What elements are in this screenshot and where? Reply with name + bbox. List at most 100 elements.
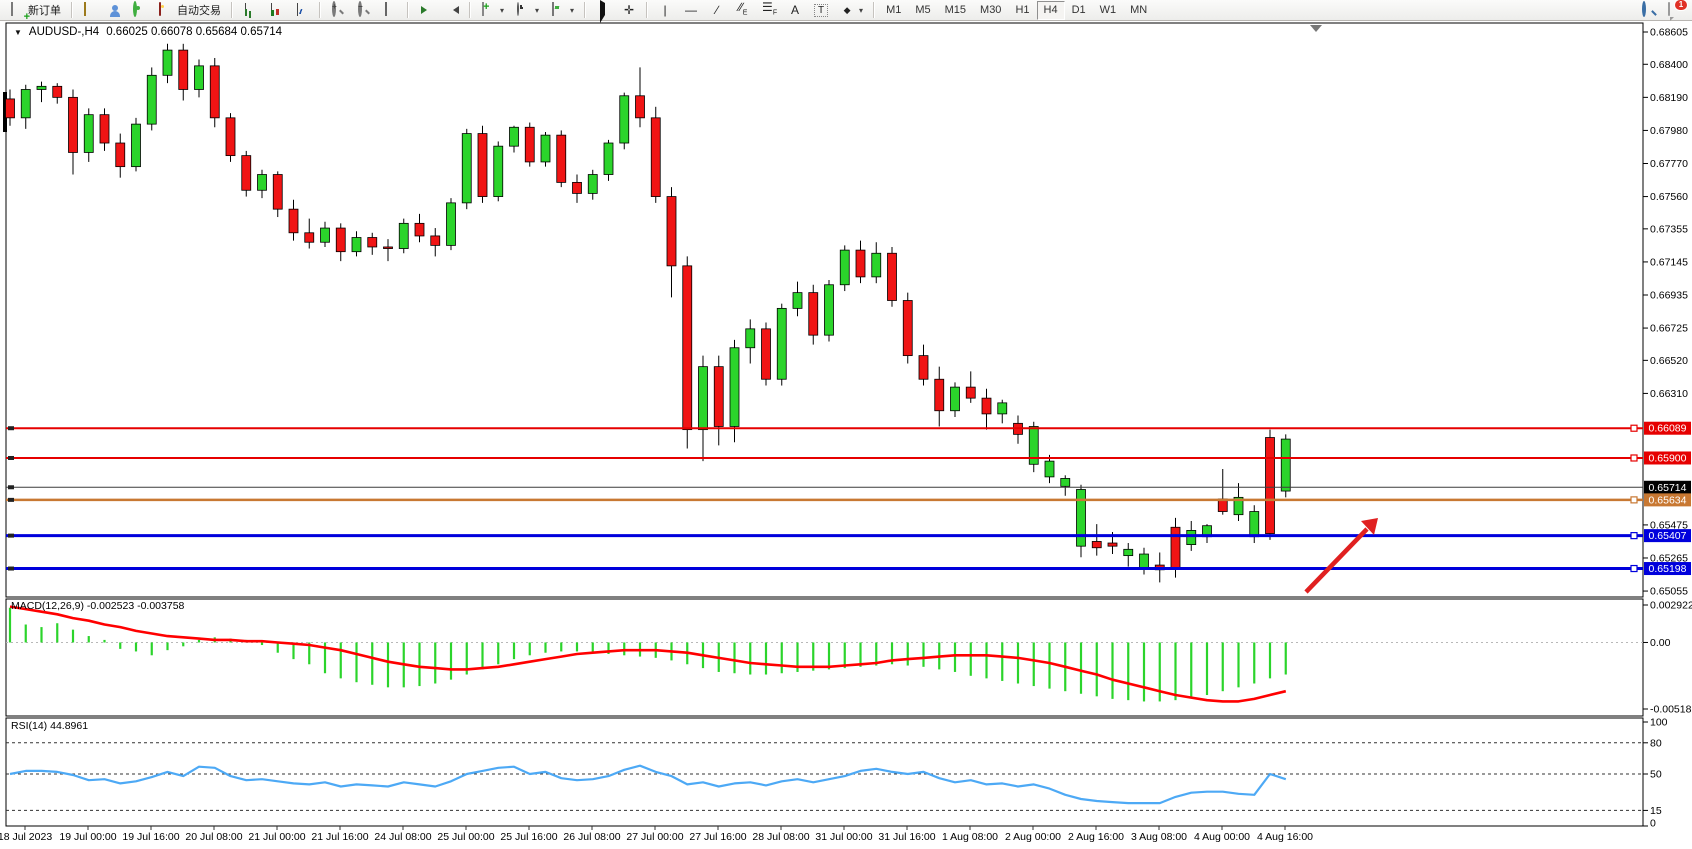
cursor-tool-button[interactable]	[590, 0, 616, 21]
candlestick-chart-icon	[271, 3, 272, 16]
svg-text:19 Jul 16:00: 19 Jul 16:00	[122, 831, 179, 843]
svg-text:27 Jul 16:00: 27 Jul 16:00	[689, 831, 746, 843]
chevron-down-icon: ▾	[500, 6, 504, 15]
timeframe-button-H1[interactable]: H1	[1008, 1, 1036, 20]
svg-text:0.66520: 0.66520	[1650, 355, 1688, 367]
macd-indicator-label: MACD(12,26,9) -0.002523 -0.003758	[11, 600, 184, 612]
new-order-icon	[11, 2, 13, 16]
fibonacci-tool-button[interactable]: ☰F	[756, 0, 782, 21]
search-button[interactable]	[1636, 0, 1662, 21]
bar-chart-icon	[245, 3, 246, 16]
svg-text:0.67980: 0.67980	[1650, 125, 1688, 137]
svg-text:0.66935: 0.66935	[1650, 289, 1688, 301]
ohlc-values: 0.66025 0.66078 0.65684 0.65714	[106, 26, 282, 38]
timeframe-button-W1[interactable]: W1	[1093, 1, 1124, 20]
svg-text:0.002922: 0.002922	[1650, 600, 1692, 612]
timeframe-button-M5[interactable]: M5	[908, 1, 937, 20]
separator	[71, 2, 73, 18]
add-indicator-button[interactable]: ▾	[475, 0, 510, 21]
crosshair-tool-button[interactable]: ✛	[616, 0, 642, 21]
separator	[469, 2, 471, 18]
line-chart-button[interactable]	[289, 0, 315, 21]
market-button[interactable]	[77, 0, 103, 21]
periods-button[interactable]: ▾	[510, 0, 545, 21]
community-button[interactable]	[103, 0, 127, 21]
svg-text:27 Jul 00:00: 27 Jul 00:00	[626, 831, 683, 843]
bar-chart-button[interactable]	[237, 0, 263, 21]
svg-text:0.66089: 0.66089	[1649, 423, 1687, 435]
svg-text:100: 100	[1650, 717, 1668, 729]
chart-title: ▼ AUDUSD-,H4 0.66025 0.66078 0.65684 0.6…	[14, 26, 282, 38]
svg-text:0.65198: 0.65198	[1649, 563, 1687, 575]
horizontal-line-tool-button[interactable]: —	[678, 0, 704, 21]
svg-text:25 Jul 16:00: 25 Jul 16:00	[500, 831, 557, 843]
chat-icon	[1668, 2, 1670, 16]
tile-windows-button[interactable]	[377, 0, 403, 21]
zoom-out-icon: −	[358, 1, 362, 17]
horizontal-line-icon: —	[684, 3, 698, 17]
cursor-icon	[600, 0, 605, 23]
signals-button[interactable]	[127, 0, 153, 21]
templates-button[interactable]: ▾	[545, 0, 580, 21]
new-order-button[interactable]: 新订单	[4, 0, 67, 21]
svg-text:0.67145: 0.67145	[1650, 256, 1688, 268]
timeframe-group: M1M5M15M30H1H4D1W1MN	[879, 0, 1154, 20]
auto-trading-button[interactable]: 自动交易	[153, 0, 227, 21]
svg-text:0.68190: 0.68190	[1650, 92, 1688, 104]
svg-text:0.65900: 0.65900	[1649, 452, 1687, 464]
notification-badge: 1	[1674, 0, 1688, 11]
svg-text:18 Jul 2023: 18 Jul 2023	[0, 831, 52, 843]
arrows-tool-button[interactable]: ◆▾	[834, 0, 869, 21]
text-tool-button[interactable]: A	[782, 0, 808, 21]
auto-trading-label: 自动交易	[177, 2, 221, 18]
chart-shift-button[interactable]	[439, 0, 465, 21]
svg-text:24 Jul 08:00: 24 Jul 08:00	[374, 831, 431, 843]
chart-pane	[6, 599, 1643, 716]
timeframe-button-M30[interactable]: M30	[973, 1, 1008, 20]
arrows-icon: ◆	[840, 3, 854, 17]
notifications-button[interactable]: 1	[1662, 0, 1688, 21]
channel-tool-button[interactable]: ∕∕E	[730, 0, 756, 21]
signals-icon	[133, 1, 137, 17]
toolbar: 新订单 自动交易 + −	[0, 0, 1692, 21]
chevron-down-icon: ▾	[570, 6, 574, 15]
separator	[584, 2, 586, 18]
fibonacci-icon: ☰F	[762, 0, 776, 20]
timeframe-button-H4[interactable]: H4	[1037, 1, 1065, 20]
svg-text:0.65407: 0.65407	[1649, 530, 1687, 542]
auto-scroll-button[interactable]	[413, 0, 439, 21]
equidistant-channel-icon: ∕∕E	[736, 0, 750, 20]
vertical-line-tool-button[interactable]: |	[652, 0, 678, 21]
timeframe-button-M15[interactable]: M15	[938, 1, 973, 20]
templates-icon	[552, 2, 554, 16]
price-axis: 0.686050.684000.681900.679800.677700.675…	[1643, 27, 1688, 598]
svg-text:0.66725: 0.66725	[1650, 323, 1688, 335]
mt4-window: 新订单 自动交易 + −	[0, 0, 1692, 849]
zoom-in-button[interactable]: +	[325, 0, 351, 21]
separator	[646, 2, 648, 18]
svg-text:26 Jul 08:00: 26 Jul 08:00	[563, 831, 620, 843]
zoom-out-button[interactable]: −	[351, 0, 377, 21]
text-label-tool-button[interactable]: T	[808, 0, 834, 21]
zoom-in-icon: +	[332, 1, 336, 17]
chevron-down-icon: ▾	[859, 6, 863, 15]
chart-canvas[interactable]: 0.686050.684000.681900.679800.677700.675…	[0, 0, 1692, 849]
chevron-down-icon: ▾	[535, 6, 539, 15]
text-label-icon: T	[814, 4, 828, 17]
new-order-label: 新订单	[28, 2, 61, 18]
timeframe-button-MN[interactable]: MN	[1123, 1, 1154, 20]
timeframe-button-D1[interactable]: D1	[1065, 1, 1093, 20]
symbol-period-label: AUDUSD-,H4	[29, 26, 99, 38]
crosshair-icon: ✛	[622, 3, 636, 17]
candlestick-chart-button[interactable]	[263, 0, 289, 21]
svg-text:4 Aug 00:00: 4 Aug 00:00	[1194, 831, 1250, 843]
svg-text:0.65055: 0.65055	[1650, 586, 1688, 598]
trendline-tool-button[interactable]: ∕	[704, 0, 730, 21]
macd-name: MACD(12,26,9)	[11, 600, 84, 612]
svg-text:0.66310: 0.66310	[1650, 388, 1688, 400]
chart-pane	[6, 718, 1643, 826]
timeframe-button-M1[interactable]: M1	[879, 1, 908, 20]
svg-text:15: 15	[1650, 805, 1662, 817]
symbol-dropdown-icon[interactable]: ▼	[14, 28, 22, 37]
periods-icon	[517, 2, 519, 16]
